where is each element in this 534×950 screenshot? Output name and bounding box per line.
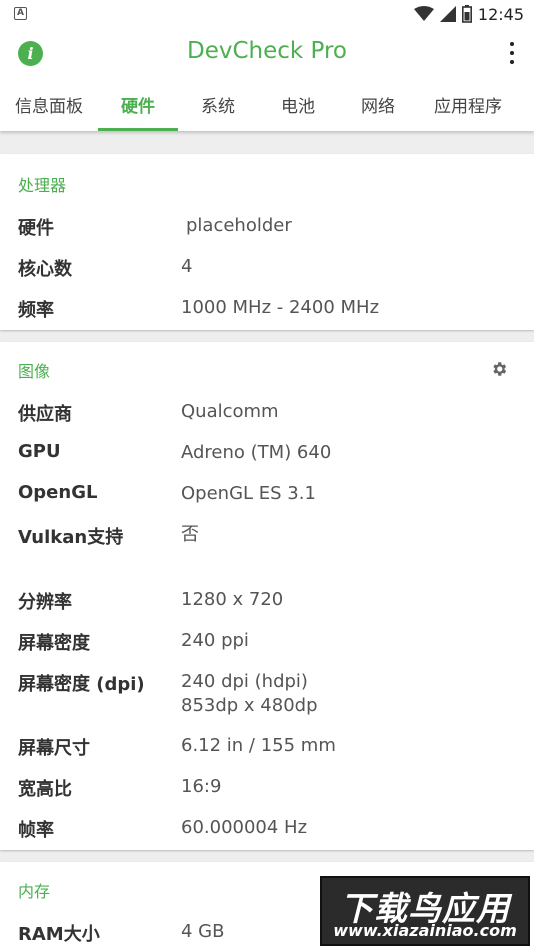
row-label: 帧率: [18, 820, 54, 841]
row-value: 4: [181, 256, 193, 277]
row-label: RAM大小: [18, 924, 100, 945]
row-value: OpenGL ES 3.1: [181, 483, 316, 504]
row-value: 60.000004 Hz: [181, 817, 308, 838]
row-label: 屏幕密度 (dpi): [18, 674, 145, 695]
tab-system[interactable]: 系统: [178, 78, 258, 131]
signal-icon: [439, 6, 456, 22]
row-label: GPU: [18, 441, 61, 462]
row-value: 240 dpi (hdpi): [181, 671, 308, 692]
status-icons: 12:45: [413, 3, 524, 25]
app-title: DevCheck Pro: [186, 38, 348, 64]
row-value: placeholder: [186, 215, 292, 236]
row-value: 240 ppi: [181, 630, 249, 651]
row-value: 6.12 in / 155 mm: [181, 735, 336, 756]
row-value: 4 GB: [181, 921, 225, 942]
row-value: 16:9: [181, 776, 222, 797]
section-title-memory: 内存: [18, 882, 51, 901]
tab-dashboard[interactable]: 信息面板: [0, 78, 98, 131]
processor-card: 处理器 硬件 placeholder 核心数 4 频率 1000 MHz - 2…: [0, 154, 534, 330]
row-value: 否: [181, 524, 199, 545]
section-title-display: 图像: [18, 362, 51, 381]
notification-icon: A: [14, 7, 27, 20]
tab-battery[interactable]: 电池: [258, 78, 338, 131]
row-value-secondary: 853dp x 480dp: [181, 695, 318, 716]
row-label: Vulkan支持: [18, 527, 124, 548]
wifi-icon: [413, 6, 434, 21]
row-label: 核心数: [18, 259, 72, 280]
row-label: OpenGL: [18, 482, 98, 503]
row-label: 分辨率: [18, 592, 72, 613]
section-title-processor: 处理器: [18, 176, 67, 195]
more-vert-icon[interactable]: [508, 42, 516, 64]
app-bar: i DevCheck Pro: [0, 28, 534, 78]
row-value: 1280 x 720: [181, 589, 284, 610]
row-label: 宽高比: [18, 779, 72, 800]
gear-icon[interactable]: [490, 360, 508, 378]
status-time: 12:45: [477, 4, 524, 24]
watermark-logo: 下载鸟应用 www.xiazainiao.com: [320, 876, 530, 946]
row-value: Adreno (TM) 640: [181, 442, 332, 463]
tab-network[interactable]: 网络: [338, 78, 418, 131]
status-bar: A 12:45: [0, 0, 534, 28]
row-value: 1000 MHz - 2400 MHz: [181, 297, 380, 318]
row-label: 供应商: [18, 404, 72, 425]
row-label: 硬件: [18, 218, 54, 239]
row-label: 屏幕密度: [18, 633, 90, 654]
tab-apps[interactable]: 应用程序: [418, 78, 518, 131]
watermark-url: www.xiazainiao.com: [333, 921, 517, 940]
display-card: 图像 供应商 Qualcomm GPU Adreno (TM) 640 Open…: [0, 342, 534, 850]
row-value: Qualcomm: [181, 401, 279, 422]
battery-icon: [461, 5, 472, 23]
row-label: 频率: [18, 300, 54, 321]
tab-hardware[interactable]: 硬件: [98, 78, 178, 131]
tab-bar: 信息面板 硬件 系统 电池 网络 应用程序: [0, 78, 534, 131]
row-label: 屏幕尺寸: [18, 738, 90, 759]
